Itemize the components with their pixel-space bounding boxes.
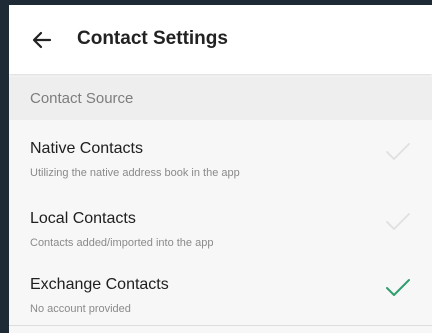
section-header: Contact Source <box>9 77 432 120</box>
list-bottom-divider <box>9 325 432 326</box>
list-item-local-contacts[interactable]: Local Contacts Contacts added/imported i… <box>9 190 432 254</box>
checkmark-icon <box>386 279 410 296</box>
item-title: Exchange Contacts <box>30 276 169 293</box>
checkmark-icon <box>386 143 410 160</box>
settings-screen: Contact Settings Contact Source Native C… <box>9 5 432 333</box>
checkmark-icon <box>386 213 410 230</box>
item-subtitle: No account provided <box>30 303 131 315</box>
contact-source-list: Native Contacts Utilizing the native add… <box>9 120 432 333</box>
arrow-left-icon[interactable] <box>32 30 52 50</box>
list-item-native-contacts[interactable]: Native Contacts Utilizing the native add… <box>9 120 432 184</box>
item-subtitle: Contacts added/imported into the app <box>30 237 214 249</box>
item-title: Native Contacts <box>30 140 143 157</box>
device-frame-left <box>0 0 9 333</box>
item-title: Local Contacts <box>30 210 136 227</box>
app-bar: Contact Settings <box>9 5 432 74</box>
list-item-exchange-contacts[interactable]: Exchange Contacts No account provided <box>9 256 432 320</box>
page-title: Contact Settings <box>77 28 228 49</box>
section-title: Contact Source <box>30 90 134 107</box>
item-subtitle: Utilizing the native address book in the… <box>30 167 240 179</box>
